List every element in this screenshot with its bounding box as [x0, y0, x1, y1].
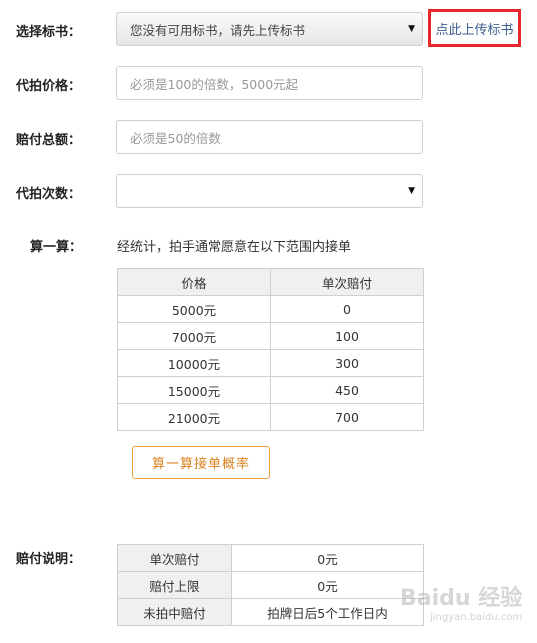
total-compensation-placeholder: 必须是50的倍数 [130, 130, 221, 146]
total-compensation-input[interactable]: 必须是50的倍数 [116, 120, 423, 154]
table-cell-price: 10000元 [117, 349, 271, 377]
info-row-label: 未拍中赔付 [117, 598, 232, 626]
table-cell-compensation: 450 [270, 376, 424, 404]
chevron-down-icon: ▼ [408, 24, 415, 34]
baidu-watermark: Baidu 经验 [400, 586, 523, 611]
proxy-price-input[interactable]: 必须是100的倍数，5000元起 [116, 66, 423, 100]
table-cell-compensation: 300 [270, 349, 424, 377]
proxy-price-label: 代拍价格： [16, 79, 82, 94]
column-header-compensation: 单次赔付 [270, 268, 424, 296]
table-row: 单次赔付 0元 [117, 544, 424, 572]
baidu-watermark-url: jingyan.baidu.com [430, 612, 523, 623]
table-row: 5000元 0 [117, 295, 424, 323]
table-row: 15000元 450 [117, 376, 424, 404]
calculate-probability-button[interactable]: 算一算接单概率 [132, 446, 270, 479]
bid-book-select-value: 您没有可用标书，请先上传标书 [130, 22, 306, 38]
proxy-count-label: 代拍次数： [16, 187, 82, 202]
table-cell-compensation: 100 [270, 322, 424, 350]
info-row-value: 0元 [231, 571, 424, 599]
table-cell-compensation: 700 [270, 403, 424, 431]
info-row-label: 单次赔付 [117, 544, 232, 572]
upload-bid-book-link[interactable]: 点此上传标书 [428, 9, 521, 47]
bid-book-label: 选择标书： [16, 25, 82, 40]
proxy-count-select[interactable]: ▼ [116, 174, 423, 208]
table-row: 未拍中赔付 拍牌日后5个工作日内 [117, 598, 424, 626]
info-row-value: 拍牌日后5个工作日内 [231, 598, 424, 626]
calculator-note: 经统计，拍手通常愿意在以下范围内接单 [117, 240, 352, 255]
bid-book-select[interactable]: 您没有可用标书，请先上传标书 ▼ [116, 12, 423, 46]
table-row: 21000元 700 [117, 403, 424, 431]
column-header-price: 价格 [117, 268, 271, 296]
calculator-label: 算一算： [30, 240, 83, 255]
table-row: 赔付上限 0元 [117, 571, 424, 599]
total-compensation-label: 赔付总额： [16, 133, 82, 148]
table-row: 7000元 100 [117, 322, 424, 350]
info-row-value: 0元 [231, 544, 424, 572]
compensation-info-label: 赔付说明： [16, 552, 82, 567]
info-row-label: 赔付上限 [117, 571, 232, 599]
table-cell-price: 7000元 [117, 322, 271, 350]
proxy-price-placeholder: 必须是100的倍数，5000元起 [130, 76, 299, 92]
compensation-info-table: 单次赔付 0元 赔付上限 0元 未拍中赔付 拍牌日后5个工作日内 [117, 544, 424, 626]
table-header-row: 价格 单次赔付 [117, 268, 424, 296]
table-cell-compensation: 0 [270, 295, 424, 323]
chevron-down-icon: ▼ [408, 186, 415, 196]
table-cell-price: 15000元 [117, 376, 271, 404]
table-cell-price: 5000元 [117, 295, 271, 323]
calculator-table: 价格 单次赔付 5000元 0 7000元 100 10000元 300 150… [117, 268, 424, 431]
table-cell-price: 21000元 [117, 403, 271, 431]
table-row: 10000元 300 [117, 349, 424, 377]
